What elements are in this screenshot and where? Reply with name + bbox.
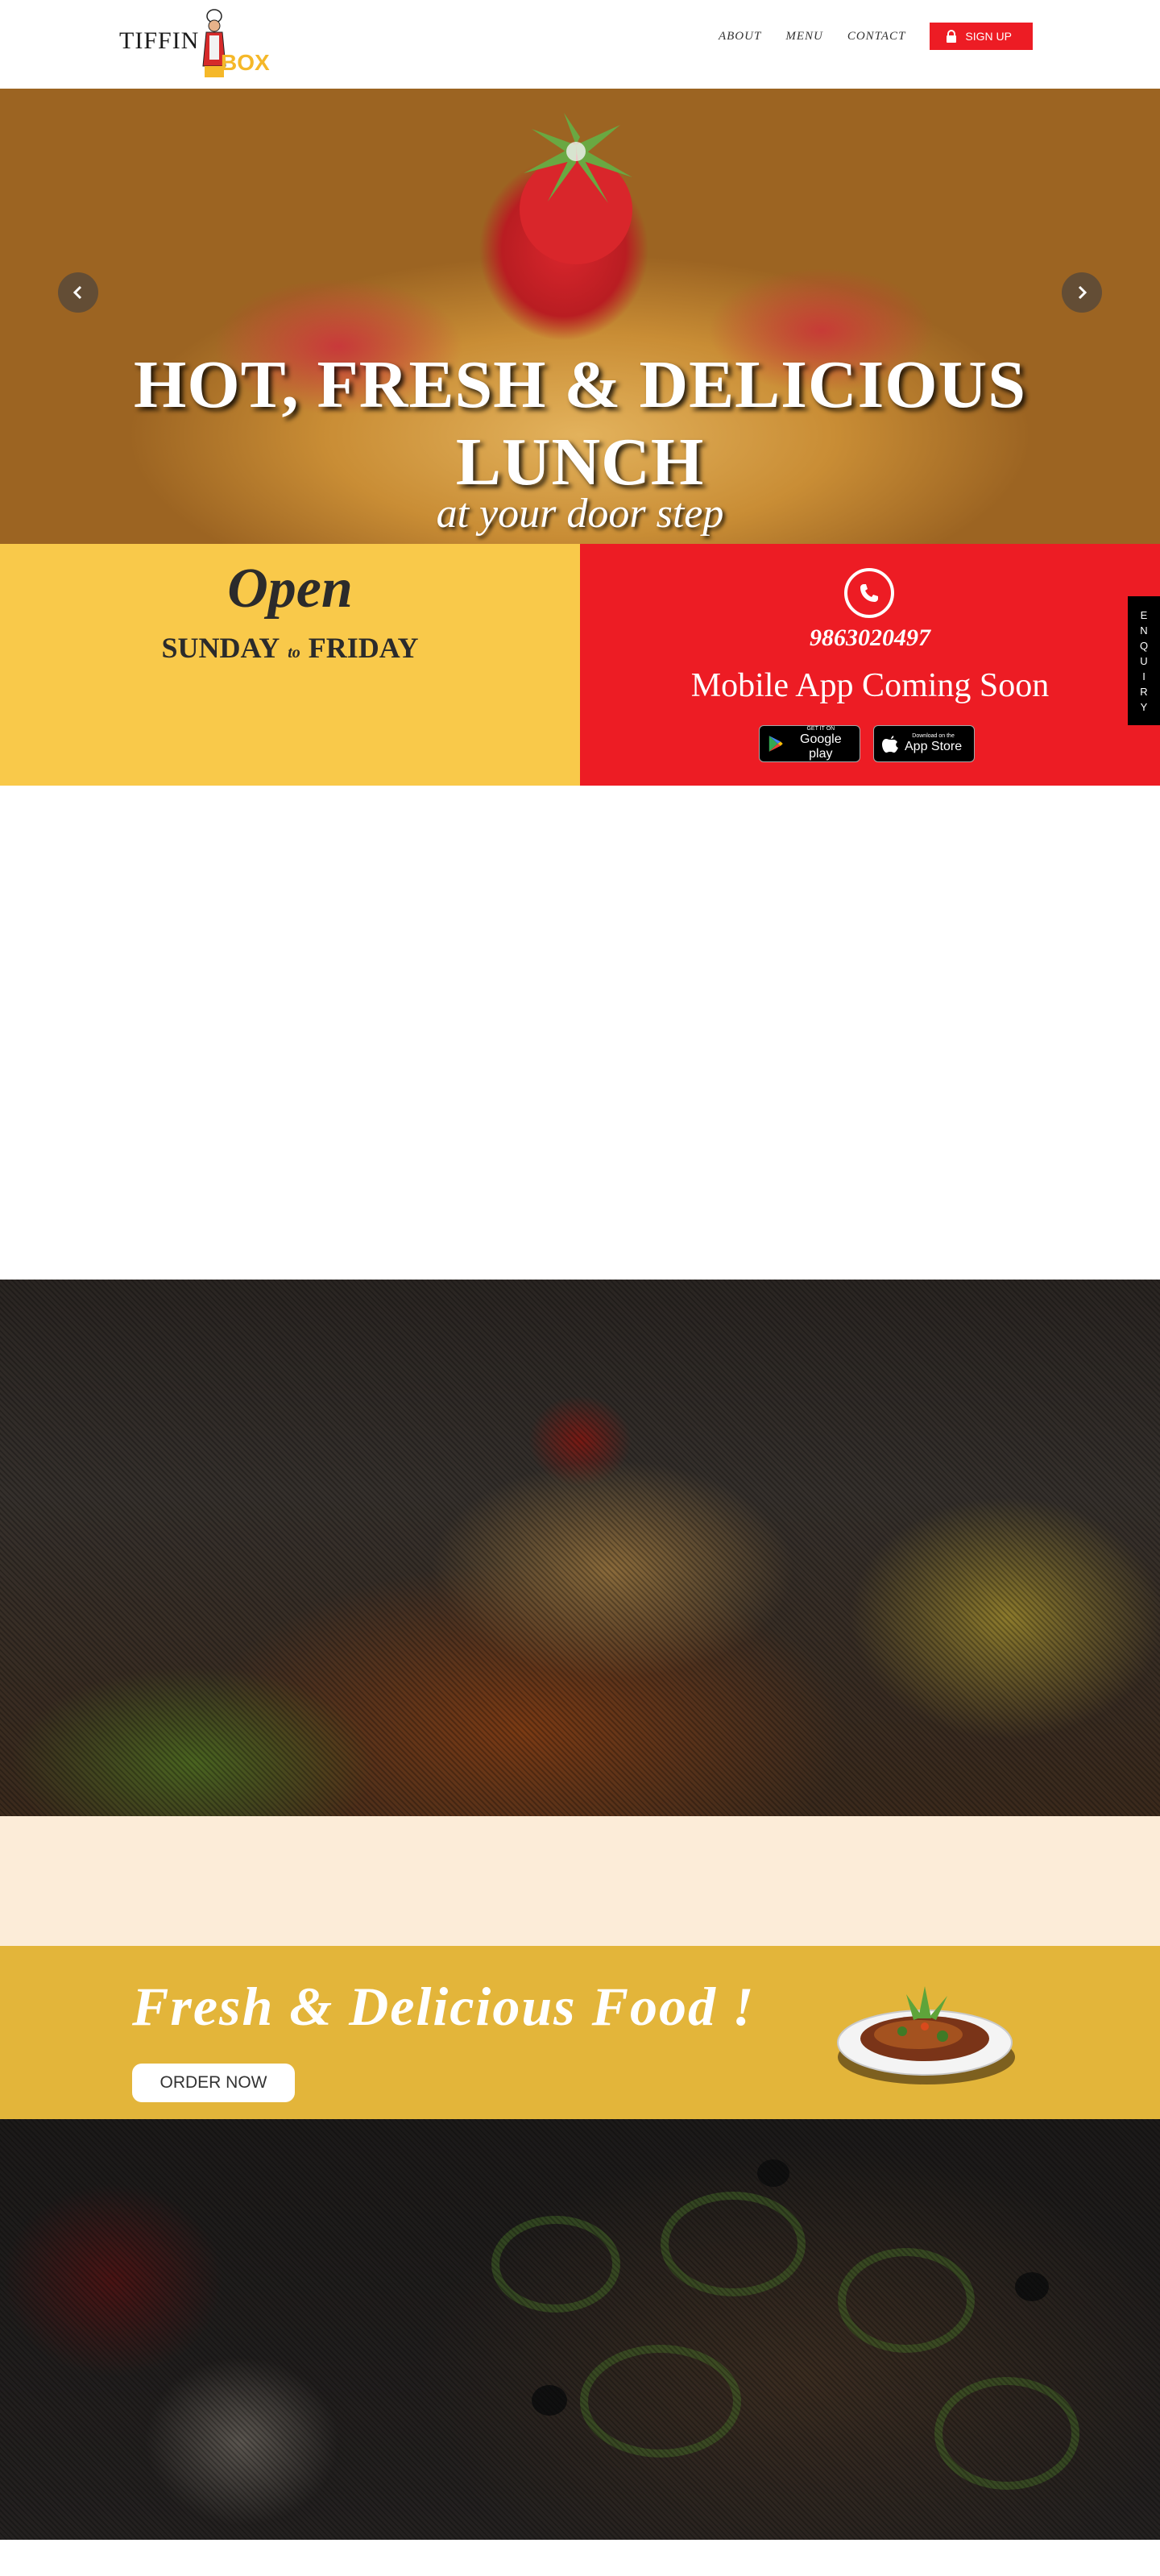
- hero-title: HOT, FRESH & DELICIOUS LUNCH: [0, 346, 1160, 501]
- day-start: SUNDAY: [161, 632, 280, 664]
- food-background-image: [0, 1280, 1160, 1816]
- app-store-text: Download on the App Store: [905, 733, 962, 754]
- pattern-overlay: [0, 2119, 1160, 2540]
- chevron-left-icon: [72, 285, 82, 300]
- google-play-small-text: GET IT ON: [806, 726, 835, 732]
- logo-text-box: BOX: [221, 50, 270, 75]
- pizza-background-image: [0, 2119, 1160, 2540]
- open-heading: Open: [227, 558, 353, 620]
- google-play-button[interactable]: GET IT ON Google play: [759, 725, 860, 762]
- hero-title-line2: LUNCH: [455, 425, 705, 500]
- slider-prev-button[interactable]: [58, 272, 98, 313]
- app-store-button[interactable]: Download on the App Store: [873, 725, 975, 762]
- sign-up-button[interactable]: SIGN UP: [930, 23, 1033, 50]
- enquiry-tab[interactable]: E N Q U I R Y: [1128, 596, 1160, 725]
- phone-handset-icon: [860, 584, 878, 602]
- hero-title-line1: HOT, FRESH & DELICIOUS: [134, 347, 1026, 422]
- main-nav: ABOUT MENU CONTACT SIGN UP: [719, 23, 1033, 50]
- nav-link-about[interactable]: ABOUT: [719, 30, 761, 44]
- day-joiner: to: [288, 644, 300, 662]
- pattern-overlay: [0, 1280, 1160, 1816]
- app-store-big-text: App Store: [905, 740, 963, 753]
- phone-icon[interactable]: [844, 568, 894, 618]
- enquiry-letter: E: [1140, 608, 1148, 621]
- site-header: TIFFIN BOX ABOUT MENU CONTACT SIGN UP: [0, 0, 1160, 89]
- noodle-plate-image: [837, 1986, 1015, 2084]
- enquiry-letter: N: [1140, 624, 1148, 637]
- nav-link-menu[interactable]: MENU: [785, 30, 823, 44]
- enquiry-letter: Y: [1140, 700, 1148, 713]
- hero-slider: HOT, FRESH & DELICIOUS LUNCH at your doo…: [0, 89, 1160, 544]
- cream-spacer: [0, 1816, 1160, 1946]
- promo-banner: Fresh & Delicious Food ! ORDER NOW: [0, 1946, 1160, 2119]
- nav-link-contact[interactable]: CONTACT: [847, 30, 906, 44]
- enquiry-letter: I: [1142, 670, 1146, 682]
- mobile-app-notice: Mobile App Coming Soon: [690, 667, 1050, 704]
- phone-number[interactable]: 9863020497: [580, 624, 1160, 652]
- tiffin-box-logo[interactable]: TIFFIN BOX: [119, 8, 280, 81]
- google-play-text: GET IT ON Google play: [790, 726, 851, 761]
- google-play-icon: [768, 736, 783, 752]
- enquiry-letter: U: [1140, 654, 1148, 667]
- hero-subtitle: at your door step: [436, 491, 724, 537]
- logo-text-tiffin: TIFFIN: [119, 27, 200, 54]
- apple-icon: [882, 736, 898, 753]
- contact-panel: 9863020497 Mobile App Coming Soon GET IT…: [580, 544, 1160, 786]
- google-play-big-text: Google play: [800, 732, 842, 761]
- day-end: FRIDAY: [308, 632, 419, 664]
- promo-title: Fresh & Delicious Food !: [132, 1976, 756, 2037]
- app-store-small-text: Download on the: [912, 733, 955, 739]
- open-days: SUNDAY to FRIDAY: [0, 631, 580, 665]
- lock-icon: [947, 30, 957, 43]
- strawberry-garnish-icon: [520, 113, 632, 264]
- enquiry-letter: Q: [1139, 639, 1149, 652]
- order-now-button[interactable]: ORDER NOW: [132, 2064, 295, 2102]
- chevron-right-icon: [1078, 285, 1088, 300]
- slider-next-button[interactable]: [1062, 272, 1102, 313]
- opening-hours-panel: Open SUNDAY to FRIDAY: [0, 544, 580, 786]
- sign-up-label: SIGN UP: [965, 30, 1012, 43]
- enquiry-letter: R: [1140, 685, 1148, 698]
